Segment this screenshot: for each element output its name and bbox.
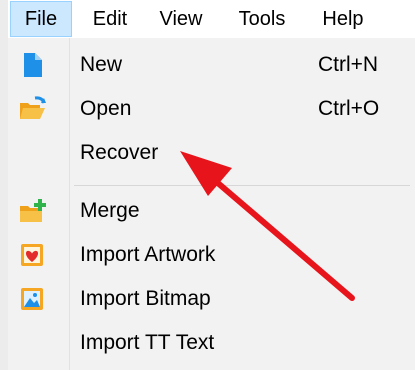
menu-item-open[interactable]: Open Ctrl+O	[8, 87, 415, 131]
menu-bar: File Edit View Tools Help	[8, 0, 415, 39]
merge-folder-icon	[18, 197, 46, 225]
application-window: File Edit View Tools Help New Ctrl+N Ope…	[0, 0, 415, 370]
menu-view[interactable]: View	[148, 0, 214, 38]
import-artwork-icon	[18, 241, 46, 269]
menu-item-label: Import Artwork	[80, 243, 216, 266]
menu-edit[interactable]: Edit	[82, 0, 138, 38]
menu-item-label: Open	[80, 97, 132, 120]
menu-item-import-artwork[interactable]: Import Artwork	[8, 233, 415, 277]
menu-help[interactable]: Help	[308, 0, 378, 38]
menu-separator	[74, 185, 410, 186]
menu-item-label: Import TT Text	[80, 331, 215, 354]
menu-item-label: Merge	[80, 199, 140, 222]
menu-item-import-tt-text[interactable]: Import TT Text	[8, 321, 415, 365]
menu-tools[interactable]: Tools	[226, 0, 298, 38]
menu-item-import-bitmap[interactable]: Import Bitmap	[8, 277, 415, 321]
new-document-icon	[18, 51, 46, 79]
menu-file[interactable]: File	[10, 1, 72, 37]
menu-item-merge[interactable]: Merge	[8, 189, 415, 233]
menu-item-recover[interactable]: Recover	[8, 131, 415, 175]
open-folder-icon	[18, 95, 46, 123]
file-menu-dropdown: New Ctrl+N Open Ctrl+O Recover Merge Imp…	[8, 38, 415, 370]
menu-item-shortcut: Ctrl+N	[318, 53, 379, 76]
menu-item-label: New	[80, 53, 123, 76]
menu-item-shortcut: Ctrl+O	[318, 97, 380, 120]
menu-item-new[interactable]: New Ctrl+N	[8, 43, 415, 87]
menu-item-label: Recover	[80, 141, 159, 164]
import-bitmap-icon	[18, 285, 46, 313]
menu-item-label: Import Bitmap	[80, 287, 211, 310]
